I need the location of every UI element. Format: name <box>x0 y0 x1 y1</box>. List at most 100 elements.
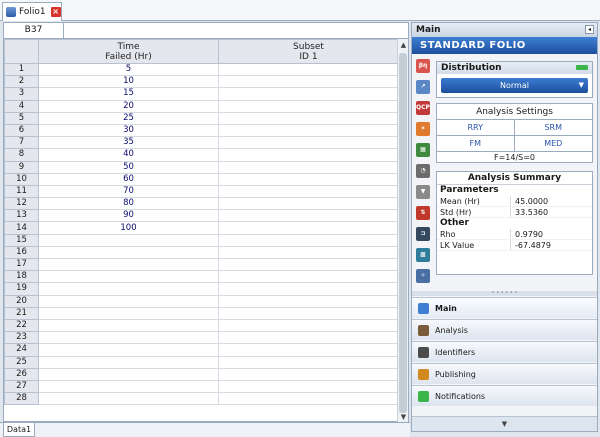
time-cell[interactable] <box>38 343 219 357</box>
subset-cell[interactable] <box>218 184 398 199</box>
distribution-select[interactable]: Normal ▼ <box>441 78 588 93</box>
time-cell[interactable] <box>38 233 219 247</box>
subset-cell[interactable] <box>218 75 398 89</box>
doc-tab-folio1[interactable]: Folio1 × <box>2 2 62 21</box>
time-cell[interactable]: 70 <box>38 184 219 199</box>
panel-splitter[interactable]: • • • • • • <box>412 291 597 296</box>
time-cell[interactable] <box>38 282 219 296</box>
scroll-down-icon[interactable]: ▼ <box>399 412 408 422</box>
name-box[interactable]: B37 <box>4 23 64 39</box>
time-cell[interactable]: 15 <box>38 87 219 101</box>
nav-main[interactable]: Main <box>412 297 597 318</box>
time-cell[interactable]: 50 <box>38 160 219 174</box>
subset-cell[interactable] <box>218 306 398 320</box>
row-header[interactable]: 25 <box>4 355 39 369</box>
time-cell[interactable]: 5 <box>38 62 219 77</box>
time-cell[interactable] <box>38 245 219 260</box>
row-header[interactable]: 1 <box>4 62 39 77</box>
row-header[interactable]: 18 <box>4 270 39 284</box>
time-cell[interactable] <box>38 331 219 345</box>
row-header[interactable]: 17 <box>4 257 39 272</box>
row-header[interactable]: 8 <box>4 148 39 162</box>
option-med[interactable]: MED <box>514 136 592 152</box>
close-icon[interactable]: × <box>50 7 61 17</box>
qcp-icon[interactable]: QCP <box>416 101 430 115</box>
subset-cell[interactable] <box>218 160 398 174</box>
row-header[interactable]: 14 <box>4 221 39 235</box>
time-cell[interactable]: 10 <box>38 75 219 89</box>
subset-cell[interactable] <box>218 111 398 125</box>
subset-cell[interactable] <box>218 123 398 138</box>
row-header[interactable]: 19 <box>4 282 39 296</box>
plot-icon[interactable]: ↗ <box>416 80 430 94</box>
subset-cell[interactable] <box>218 379 398 394</box>
time-cell[interactable]: 40 <box>38 148 219 162</box>
row-header[interactable]: 26 <box>4 367 39 381</box>
row-header[interactable]: 21 <box>4 306 39 320</box>
time-cell[interactable]: 60 <box>38 172 219 186</box>
row-header[interactable]: 2 <box>4 75 39 89</box>
row-header[interactable]: 27 <box>4 379 39 394</box>
report-icon[interactable]: ▦ <box>416 143 430 157</box>
row-header[interactable]: 9 <box>4 160 39 174</box>
time-cell[interactable]: 25 <box>38 111 219 125</box>
row-header[interactable]: 16 <box>4 245 39 260</box>
row-header[interactable]: 23 <box>4 331 39 345</box>
subset-cell[interactable] <box>218 221 398 235</box>
option-srm[interactable]: SRM <box>514 120 592 136</box>
subset-cell[interactable] <box>218 270 398 284</box>
option-rry[interactable]: RRY <box>437 120 515 136</box>
subset-cell[interactable] <box>218 87 398 101</box>
transfer-icon[interactable]: ⊐ <box>416 227 430 241</box>
time-cell[interactable]: 90 <box>38 209 219 223</box>
nav-publishing[interactable]: Publishing <box>412 363 597 384</box>
panel-arrow-icon[interactable]: ◂ <box>585 25 594 34</box>
row-header[interactable]: 22 <box>4 318 39 333</box>
subset-cell[interactable] <box>218 62 398 77</box>
vertical-scrollbar[interactable]: ▲ ▼ <box>397 39 408 423</box>
row-header[interactable]: 24 <box>4 343 39 357</box>
subset-cell[interactable] <box>218 136 398 150</box>
row-header[interactable]: 3 <box>4 87 39 101</box>
corner-cell[interactable] <box>4 39 39 64</box>
subset-cell[interactable] <box>218 197 398 211</box>
subset-cell[interactable] <box>218 148 398 162</box>
time-cell[interactable] <box>38 306 219 320</box>
row-header[interactable]: 20 <box>4 294 39 308</box>
nav-analysis[interactable]: Analysis <box>412 319 597 340</box>
subset-cell[interactable] <box>218 99 398 113</box>
subset-cell[interactable] <box>218 318 398 333</box>
subset-cell[interactable] <box>218 233 398 247</box>
row-header[interactable]: 7 <box>4 136 39 150</box>
scroll-thumb[interactable] <box>399 53 407 413</box>
time-cell[interactable] <box>38 318 219 333</box>
subset-cell[interactable] <box>218 245 398 260</box>
nav-notifications[interactable]: Notifications <box>412 385 597 406</box>
panel-collapse[interactable]: ▼ <box>412 416 597 431</box>
calculate-icon[interactable]: ✶ <box>416 122 430 136</box>
sheet-tab-data1[interactable]: Data1 <box>3 423 35 437</box>
subset-cell[interactable] <box>218 282 398 296</box>
sort-icon[interactable]: ⇅ <box>416 206 430 220</box>
row-header[interactable]: 13 <box>4 209 39 223</box>
time-cell[interactable] <box>38 270 219 284</box>
subset-cell[interactable] <box>218 367 398 381</box>
time-cell[interactable]: 100 <box>38 221 219 235</box>
option-fm[interactable]: FM <box>437 136 515 152</box>
parameters-icon[interactable]: βη <box>416 59 430 73</box>
subset-cell[interactable] <box>218 331 398 345</box>
time-cell[interactable]: 35 <box>38 136 219 150</box>
row-header[interactable]: 6 <box>4 123 39 138</box>
subset-cell[interactable] <box>218 209 398 223</box>
subset-cell[interactable] <box>218 343 398 357</box>
row-header[interactable]: 12 <box>4 197 39 211</box>
row-header[interactable]: 15 <box>4 233 39 247</box>
row-header[interactable]: 28 <box>4 392 39 406</box>
time-cell[interactable] <box>38 379 219 394</box>
row-header[interactable]: 11 <box>4 184 39 199</box>
subset-cell[interactable] <box>218 294 398 308</box>
time-cell[interactable] <box>38 355 219 369</box>
time-cell[interactable]: 20 <box>38 99 219 113</box>
time-cell[interactable]: 30 <box>38 123 219 138</box>
time-cell[interactable] <box>38 367 219 381</box>
